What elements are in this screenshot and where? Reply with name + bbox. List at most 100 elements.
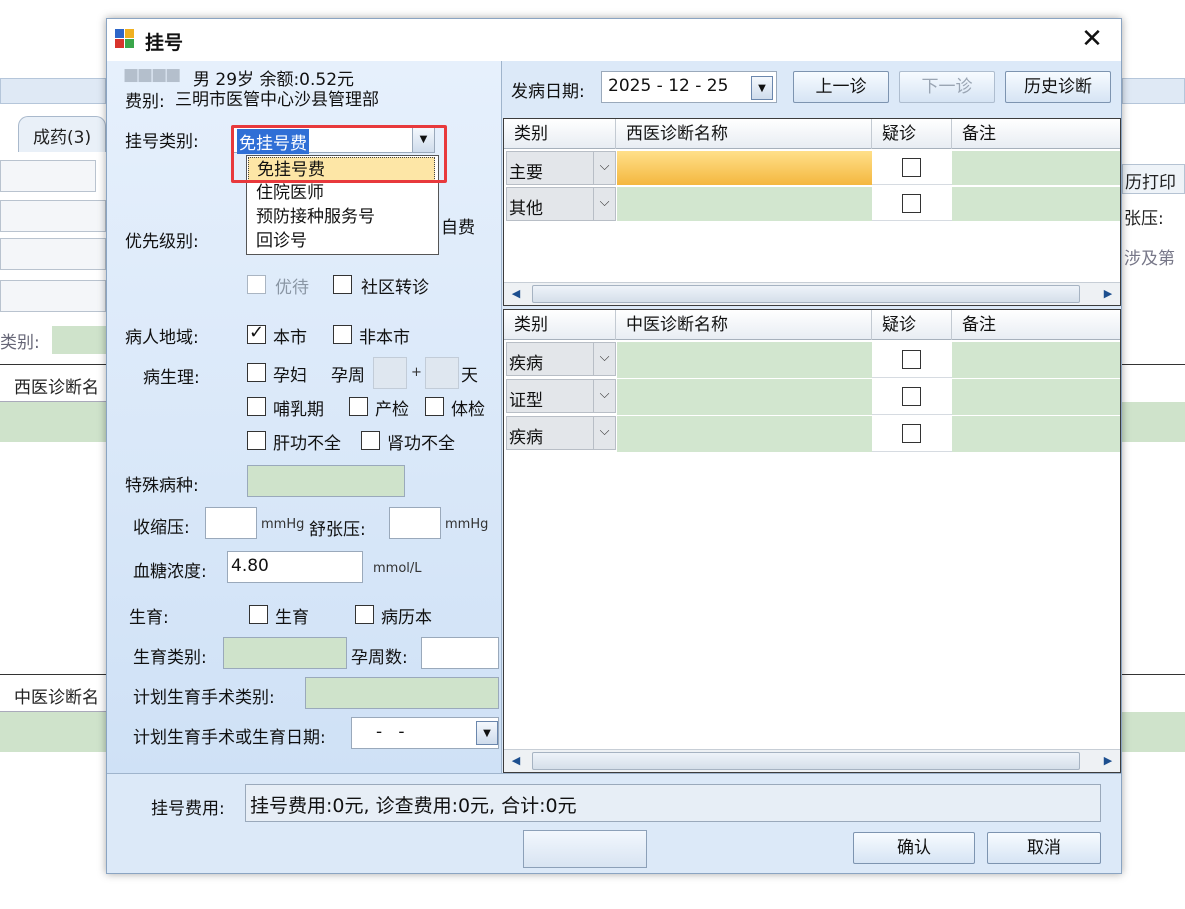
surgery-type-field[interactable] [305,677,499,709]
chinese-row-3-suspected-checkbox[interactable] [902,424,921,443]
bg-input-2 [0,200,106,232]
chinese-row-3-category-label: 疾病 [509,428,543,448]
nonlocal-label: 非本市 [359,328,410,348]
western-hscrollbar[interactable]: ◀ ▶ [504,282,1120,305]
chinese-row-2-remark[interactable] [952,379,1120,415]
chinese-row-2-category[interactable]: 证型 ⌵ [506,379,616,413]
chinese-hscrollbar[interactable]: ◀ ▶ [504,749,1120,772]
bg-tab[interactable]: 成药(3) [18,116,106,152]
local-checkbox[interactable] [247,322,266,344]
col-category[interactable]: 类别 [504,119,616,149]
close-icon[interactable]: ✕ [1077,24,1107,54]
pregnant-checkbox[interactable] [247,363,266,382]
blank-button[interactable] [523,830,647,868]
chinese-row-3-remark[interactable] [952,416,1120,452]
chinese-row-1-remark[interactable] [952,342,1120,378]
confirm-button[interactable]: 确认 [853,832,975,864]
glucose-input[interactable]: 4.80 [227,551,363,583]
chinese-row-3-suspected [872,416,952,452]
gest-week-input[interactable] [373,357,407,389]
western-row-1-suspected-checkbox[interactable] [902,158,921,177]
bg-chinese-header: 中医诊断名 [0,674,106,712]
special-disease-field[interactable] [247,465,405,497]
preferential-checkbox[interactable] [247,275,266,294]
col-category[interactable]: 类别 [504,310,616,340]
western-row-1-category[interactable]: 主要 ⌵ [506,151,616,185]
scroll-left-icon[interactable]: ◀ [506,751,526,771]
chinese-grid-header: 类别 中医诊断名称 疑诊 备注 [504,310,1120,340]
fertility-type-label: 生育类别: [133,648,207,668]
scroll-right-icon[interactable]: ▶ [1098,284,1118,304]
fertility-label: 生育: [129,608,169,628]
chevron-down-icon[interactable]: ⌵ [593,380,615,412]
priority-label: 优先级别: [125,232,199,252]
special-disease-label: 特殊病种: [125,476,199,496]
fertility-checkbox[interactable] [249,605,268,624]
nonlocal-checkbox[interactable] [333,325,352,344]
kidney-checkbox[interactable] [361,431,380,450]
gest-day-input[interactable] [425,357,459,389]
checkup-checkbox[interactable] [425,397,444,416]
western-row-2-remark[interactable] [952,187,1120,221]
chinese-row-3-name[interactable] [617,416,872,452]
registration-dialog: 挂号 ✕ ■■■■ 男 29岁 余额:0.52元 费别: 三明市医管中心沙县管理… [106,18,1122,874]
western-row-2-category[interactable]: 其他 ⌵ [506,187,616,221]
surgery-date-picker[interactable]: - - ▼ [351,717,499,749]
dialog-title: 挂号 [145,32,184,54]
right-panel: 发病日期: 2025 - 12 - 25 ▼ 上一诊 下一诊 历史诊断 类别 西… [503,61,1121,773]
chinese-row-1-name[interactable] [617,342,872,378]
chevron-down-icon[interactable]: ⌵ [593,343,615,375]
lactation-checkbox[interactable] [247,397,266,416]
col-chinese-name[interactable]: 中医诊断名称 [616,310,872,340]
systolic-input[interactable] [205,507,257,539]
chinese-row-1-category[interactable]: 疾病 ⌵ [506,342,616,376]
chinese-row-2-name[interactable] [617,379,872,415]
scroll-thumb[interactable] [532,752,1080,770]
col-remark[interactable]: 备注 [952,119,1120,149]
scroll-thumb[interactable] [532,285,1080,303]
prenatal-checkbox[interactable] [349,397,368,416]
gest-weeks-input[interactable] [421,637,499,669]
cancel-button[interactable]: 取消 [987,832,1101,864]
fee-type-label: 费别: [125,92,165,112]
reg-type-option-4[interactable]: 回诊号 [248,229,437,253]
dialog-titlebar: 挂号 ✕ [107,19,1121,61]
record-book-checkbox[interactable] [355,605,374,624]
scroll-left-icon[interactable]: ◀ [506,284,526,304]
reg-type-option-3[interactable]: 预防接种服务号 [248,205,437,229]
western-row-2-name[interactable] [617,187,872,221]
col-western-name[interactable]: 西医诊断名称 [616,119,872,149]
history-diagnosis-button[interactable]: 历史诊断 [1005,71,1111,103]
western-row-1-remark[interactable] [952,151,1120,185]
surgery-type-label: 计划生育手术类别: [133,688,275,708]
chinese-row-3-category[interactable]: 疾病 ⌵ [506,416,616,450]
chevron-down-icon[interactable]: ▼ [751,76,773,100]
next-visit-button[interactable]: 下一诊 [899,71,995,103]
liver-checkbox[interactable] [247,431,266,450]
reg-type-option-2[interactable]: 住院医师 [248,181,437,205]
onset-date-picker[interactable]: 2025 - 12 - 25 ▼ [601,71,777,103]
chevron-down-icon[interactable]: ⌵ [593,152,615,184]
dialog-footer: 挂号费用: 挂号费用:0元, 诊查费用:0元, 合计:0元 确认 取消 [107,773,1121,873]
col-suspected[interactable]: 疑诊 [872,119,952,149]
chevron-down-icon[interactable]: ▼ [476,721,498,745]
bg-chinese-header-label: 中医诊断名 [14,688,99,708]
prenatal-label: 产检 [375,400,409,420]
onset-date-label: 发病日期: [511,82,585,102]
chinese-row-2-suspected-checkbox[interactable] [902,387,921,406]
chevron-down-icon[interactable]: ⌵ [593,188,615,220]
diastolic-input[interactable] [389,507,441,539]
scroll-right-icon[interactable]: ▶ [1098,751,1118,771]
col-suspected[interactable]: 疑诊 [872,310,952,340]
chinese-row-1-suspected-checkbox[interactable] [902,350,921,369]
western-row-1-name[interactable] [617,151,872,185]
chevron-down-icon[interactable]: ⌵ [593,417,615,449]
fertility-type-field[interactable] [223,637,347,669]
pregnant-label: 孕妇 [273,366,307,386]
fee-value: 挂号费用:0元, 诊查费用:0元, 合计:0元 [250,795,577,817]
prev-visit-button[interactable]: 上一诊 [793,71,889,103]
community-referral-checkbox[interactable] [333,275,352,294]
bg-right-print: 历打印 [1122,164,1185,194]
col-remark[interactable]: 备注 [952,310,1120,340]
western-row-2-suspected-checkbox[interactable] [902,194,921,213]
